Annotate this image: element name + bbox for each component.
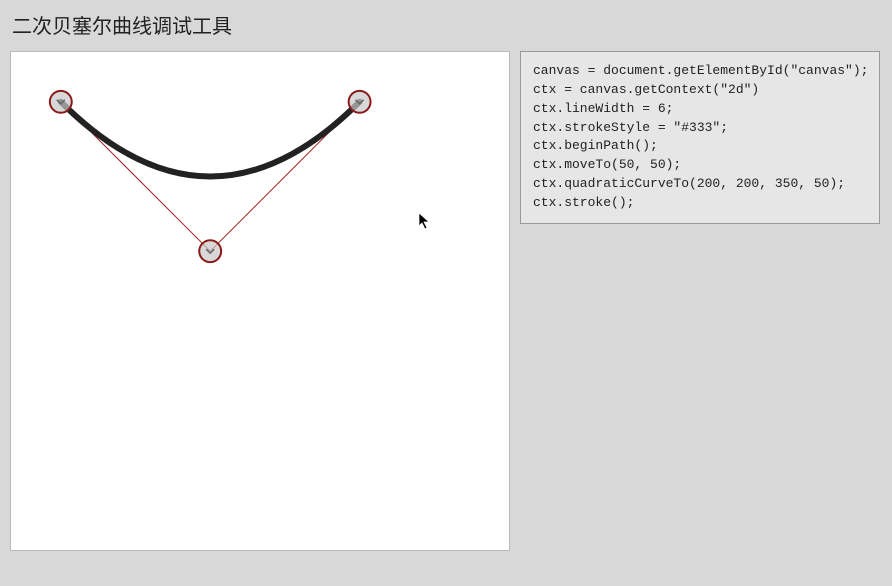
code-panel: canvas = document.getElementById("canvas…	[520, 51, 880, 224]
code-line: ctx.strokeStyle = "#333";	[533, 120, 728, 135]
code-line: ctx.lineWidth = 6;	[533, 101, 673, 116]
control-point-handle[interactable]	[199, 240, 221, 262]
code-line: ctx.moveTo(50, 50);	[533, 157, 681, 172]
code-line: ctx.beginPath();	[533, 138, 658, 153]
code-line: canvas = document.getElementById("canvas…	[533, 63, 868, 78]
start-point-handle[interactable]	[50, 91, 72, 113]
end-point-handle[interactable]	[349, 91, 371, 113]
page-title: 二次贝塞尔曲线调试工具	[12, 10, 882, 39]
code-line: ctx.stroke();	[533, 195, 634, 210]
main-container: canvas = document.getElementById("canvas…	[10, 51, 882, 551]
code-line: ctx = canvas.getContext("2d")	[533, 82, 759, 97]
bezier-curve	[61, 102, 360, 177]
code-line: ctx.quadraticCurveTo(200, 200, 350, 50);	[533, 176, 845, 191]
curve-canvas[interactable]	[11, 52, 509, 550]
canvas-area[interactable]	[10, 51, 510, 551]
